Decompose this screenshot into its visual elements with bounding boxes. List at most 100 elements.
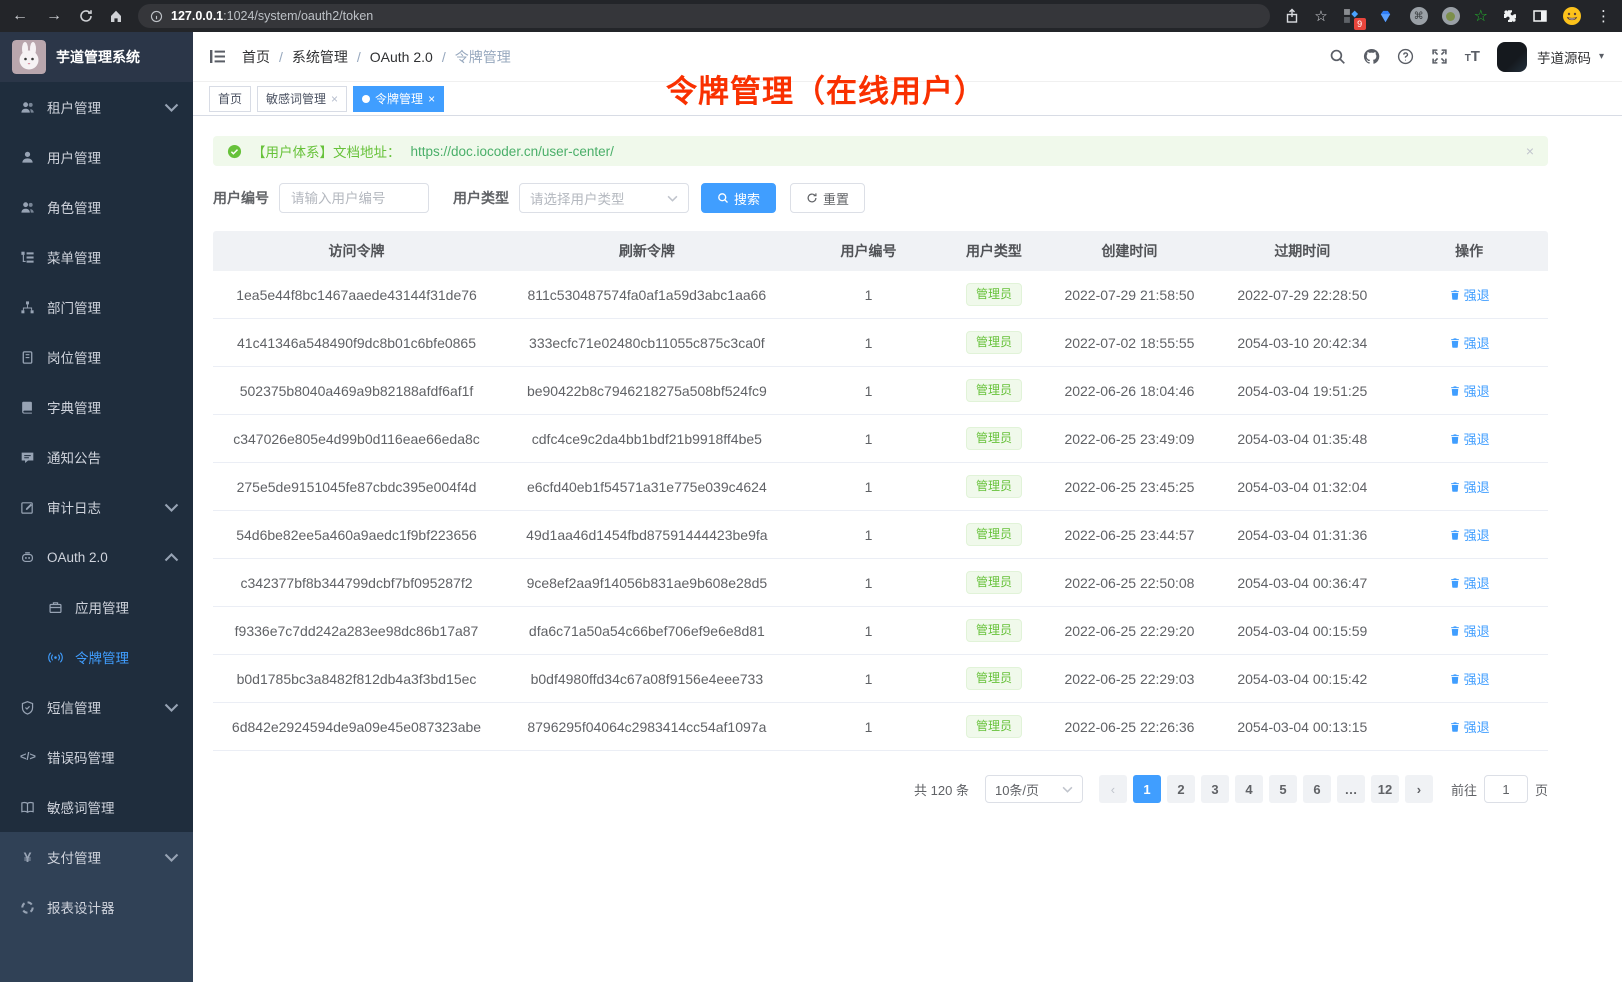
prev-page-button[interactable]: ‹ xyxy=(1099,775,1127,803)
doc-link[interactable]: https://doc.iocoder.cn/user-center/ xyxy=(411,144,614,159)
record-extension-icon[interactable] xyxy=(1442,7,1460,25)
sidebar-item-notice[interactable]: 通知公告 xyxy=(0,432,193,482)
user-id-cell: 1 xyxy=(794,383,944,399)
close-icon[interactable]: × xyxy=(331,93,338,105)
sidebar-item-dict[interactable]: 字典管理 xyxy=(0,382,193,432)
sidebar-item-user[interactable]: 用户管理 xyxy=(0,132,193,182)
browser-menu-icon[interactable]: ⋮ xyxy=(1596,7,1612,25)
help-icon[interactable] xyxy=(1397,48,1414,65)
browser-home-icon[interactable] xyxy=(108,8,124,24)
page-ellipsis[interactable]: … xyxy=(1337,775,1365,803)
breadcrumb-oauth[interactable]: OAuth 2.0 xyxy=(370,49,433,65)
site-info-icon[interactable] xyxy=(150,10,163,23)
profile-avatar-icon[interactable] xyxy=(1562,6,1582,26)
page-button-5[interactable]: 5 xyxy=(1269,775,1297,803)
bookmark-star-icon[interactable]: ☆ xyxy=(1314,7,1327,25)
force-logout-button[interactable]: 强退 xyxy=(1449,285,1490,304)
sidebar-item-report-designer[interactable]: 报表设计器 xyxy=(0,882,193,932)
evernote-extension-icon[interactable]: ☆ xyxy=(1474,6,1488,26)
extension-tabs-icon[interactable]: 9 xyxy=(1342,6,1362,26)
alert-close-icon[interactable]: × xyxy=(1526,143,1534,159)
sidebar-item-oauth2[interactable]: OAuth 2.0 xyxy=(0,532,193,582)
expire-time-cell: 2054-03-04 01:32:04 xyxy=(1214,479,1390,495)
command-extension-icon[interactable]: ⌘ xyxy=(1410,7,1428,25)
page-button-2[interactable]: 2 xyxy=(1167,775,1195,803)
force-logout-button[interactable]: 强退 xyxy=(1449,333,1490,352)
fullscreen-icon[interactable] xyxy=(1431,48,1448,65)
force-logout-button[interactable]: 强退 xyxy=(1449,477,1490,496)
sidebar-item-dept[interactable]: 部门管理 xyxy=(0,282,193,332)
browser-forward-icon[interactable]: → xyxy=(44,7,64,25)
actions-cell: 强退 xyxy=(1390,381,1548,400)
force-logout-button[interactable]: 强退 xyxy=(1449,381,1490,400)
search-button[interactable]: 搜索 xyxy=(701,183,776,213)
next-page-button[interactable]: › xyxy=(1405,775,1433,803)
user-type-placeholder: 请选择用户类型 xyxy=(530,188,625,208)
sidebar-item-pay[interactable]: ¥ 支付管理 xyxy=(0,832,193,882)
tab-home[interactable]: 首页 xyxy=(209,86,251,112)
sidebar-item-menu[interactable]: 菜单管理 xyxy=(0,232,193,282)
create-time-cell: 2022-06-25 22:29:20 xyxy=(1045,623,1215,639)
actions-cell: 强退 xyxy=(1390,525,1548,544)
create-time-cell: 2022-07-02 18:55:55 xyxy=(1045,335,1215,351)
github-icon[interactable] xyxy=(1363,48,1380,65)
sidebar-item-tenant[interactable]: 租户管理 xyxy=(0,82,193,132)
main-panel: 首页 / 系统管理 / OAuth 2.0 / 令牌管理 TT 芋道源码 xyxy=(193,32,1622,982)
sidebar-item-errorcode[interactable]: </> 错误码管理 xyxy=(0,732,193,782)
sidebar-item-sensitive-word[interactable]: 敏感词管理 xyxy=(0,782,193,832)
sidebar-item-oauth-app[interactable]: 应用管理 xyxy=(0,582,193,632)
page-size-select[interactable]: 10条/页 xyxy=(985,775,1083,803)
trash-icon xyxy=(1449,721,1461,733)
refresh-token-cell: 49d1aa46d1454fbd87591444423be9fa xyxy=(500,527,794,543)
sidebar-item-post[interactable]: 岗位管理 xyxy=(0,332,193,382)
expire-time-cell: 2054-03-04 00:36:47 xyxy=(1214,575,1390,591)
user-type-select[interactable]: 请选择用户类型 xyxy=(519,183,689,213)
puzzle-extensions-icon[interactable] xyxy=(1502,8,1518,24)
breadcrumb-home[interactable]: 首页 xyxy=(242,47,270,67)
page-button-4[interactable]: 4 xyxy=(1235,775,1263,803)
sidebar-item-role[interactable]: 角色管理 xyxy=(0,182,193,232)
force-logout-button[interactable]: 强退 xyxy=(1449,717,1490,736)
browser-refresh-icon[interactable] xyxy=(78,8,94,24)
split-view-icon[interactable] xyxy=(1532,8,1548,24)
force-logout-button[interactable]: 强退 xyxy=(1449,573,1490,592)
force-logout-button[interactable]: 强退 xyxy=(1449,429,1490,448)
table-row: 275e5de9151045fe87cbdc395e004f4d e6cfd40… xyxy=(213,463,1548,511)
user-menu-caret-icon[interactable]: ▾ xyxy=(1599,51,1604,62)
page-button-1[interactable]: 1 xyxy=(1133,775,1161,803)
user-id-input[interactable] xyxy=(291,191,417,206)
share-icon[interactable] xyxy=(1284,8,1300,24)
user-type-cell: 管理员 xyxy=(943,571,1044,595)
trash-icon xyxy=(1449,433,1461,445)
font-size-icon[interactable]: TT xyxy=(1465,49,1480,64)
user-id-cell: 1 xyxy=(794,527,944,543)
breadcrumb-system[interactable]: 系统管理 xyxy=(292,47,348,67)
sidebar-item-audit-log[interactable]: 审计日志 xyxy=(0,482,193,532)
gem-extension-icon[interactable] xyxy=(1376,6,1396,26)
page-button-12[interactable]: 12 xyxy=(1371,775,1399,803)
address-bar[interactable]: 127.0.0.1:1024/system/oauth2/token xyxy=(138,4,1270,28)
user-avatar[interactable] xyxy=(1497,42,1527,72)
force-logout-button[interactable]: 强退 xyxy=(1449,621,1490,640)
reset-button[interactable]: 重置 xyxy=(790,183,865,213)
search-icon[interactable] xyxy=(1329,48,1346,65)
goto-page-input[interactable] xyxy=(1484,775,1528,803)
close-icon[interactable]: × xyxy=(428,93,435,105)
sidebar-fold-icon[interactable] xyxy=(209,48,226,65)
force-logout-button[interactable]: 强退 xyxy=(1449,669,1490,688)
sidebar-item-oauth-token[interactable]: 令牌管理 xyxy=(0,632,193,682)
page-button-6[interactable]: 6 xyxy=(1303,775,1331,803)
annotation-title: 令牌管理（在线用户） xyxy=(666,66,986,111)
breadcrumb: 首页 / 系统管理 / OAuth 2.0 / 令牌管理 xyxy=(242,47,511,67)
app-logo-row[interactable]: 芋道管理系统 xyxy=(0,32,193,82)
browser-back-icon[interactable]: ← xyxy=(10,7,30,25)
force-logout-button[interactable]: 强退 xyxy=(1449,525,1490,544)
sidebar-item-label: 字典管理 xyxy=(47,397,101,417)
tab-token[interactable]: 令牌管理× xyxy=(353,86,444,112)
browser-toolbar: ← → 127.0.0.1:1024/system/oauth2/token ☆… xyxy=(0,0,1622,32)
username[interactable]: 芋道源码 xyxy=(1537,47,1591,67)
sidebar-item-sms[interactable]: 短信管理 xyxy=(0,682,193,732)
tab-sensitive-word[interactable]: 敏感词管理× xyxy=(257,86,347,112)
sidebar-item-label: 部门管理 xyxy=(47,297,101,317)
page-button-3[interactable]: 3 xyxy=(1201,775,1229,803)
